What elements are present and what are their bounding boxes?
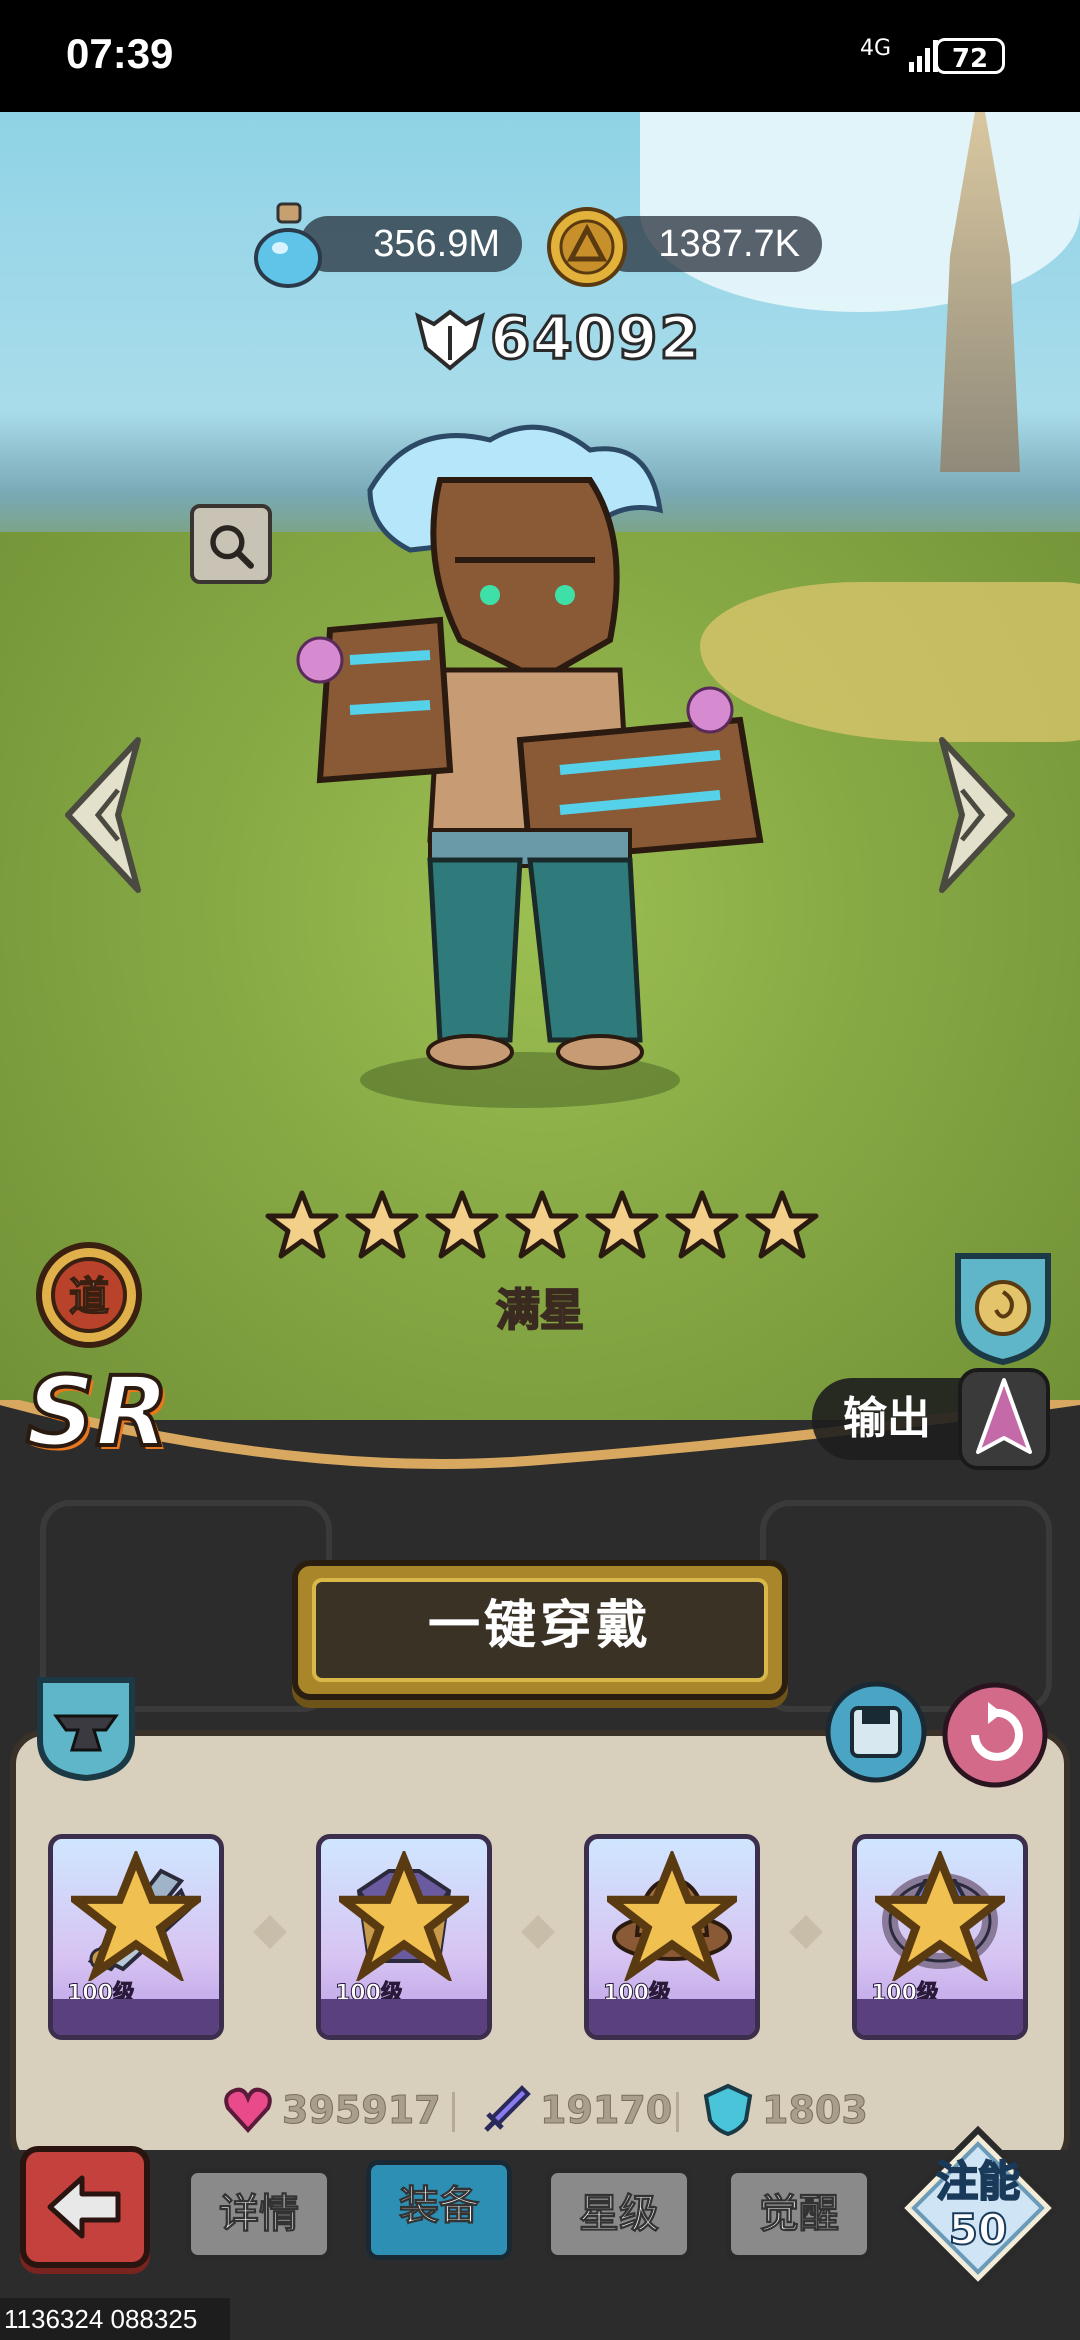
faction-badge-icon: 道 bbox=[36, 1242, 142, 1348]
stat-divider bbox=[452, 2092, 455, 2132]
equipment-slot-helmet[interactable]: 100级 bbox=[584, 1834, 760, 2040]
class-shield-icon bbox=[955, 1253, 1051, 1366]
dps-role-icon[interactable] bbox=[956, 1366, 1052, 1472]
shield-icon bbox=[703, 2083, 753, 2137]
max-star-label: 满星 bbox=[495, 1284, 585, 1337]
star-icon bbox=[585, 1190, 659, 1259]
combat-power: 64092 bbox=[489, 303, 702, 374]
star-rating bbox=[262, 1190, 822, 1260]
clock: 07:39 bbox=[66, 30, 174, 77]
battery-indicator: 72 bbox=[935, 38, 1005, 74]
item-star-bar bbox=[321, 1999, 487, 2035]
tab-equip[interactable]: 装备 bbox=[366, 2160, 512, 2260]
power-icon bbox=[415, 309, 485, 371]
attack-value: 19170 bbox=[539, 2088, 673, 2133]
one-click-equip-button[interactable]: 一键穿戴 bbox=[292, 1560, 788, 1700]
tab-details[interactable]: 详情 bbox=[186, 2168, 332, 2260]
star-icon bbox=[71, 1851, 201, 1981]
coin-icon bbox=[547, 207, 627, 287]
hero-stats: 395917 19170 1803 bbox=[220, 2078, 880, 2142]
back-button[interactable] bbox=[20, 2146, 150, 2268]
coin-counter: 1387.7K bbox=[600, 216, 822, 272]
zoom-button[interactable] bbox=[190, 504, 272, 584]
star-icon bbox=[665, 1190, 739, 1259]
empower-label: 注能 50 bbox=[894, 2157, 1062, 2255]
heart-icon bbox=[224, 2087, 272, 2133]
sword-icon bbox=[484, 2085, 531, 2132]
hp-stat: 395917 bbox=[220, 2078, 441, 2142]
hero-character[interactable] bbox=[290, 420, 790, 1120]
star-icon bbox=[505, 1190, 579, 1259]
stat-divider bbox=[676, 2092, 679, 2132]
star-icon bbox=[745, 1190, 819, 1259]
faction-badge-text: 道 bbox=[69, 1274, 109, 1320]
next-hero-arrow-icon[interactable] bbox=[922, 730, 1022, 900]
defense-value: 1803 bbox=[762, 2088, 869, 2133]
empower-title: 注能 bbox=[935, 2157, 1021, 2207]
anvil-icon[interactable] bbox=[30, 1670, 142, 1782]
equipment-slot-accessory[interactable]: 100级 bbox=[852, 1834, 1028, 2040]
empower-value: 50 bbox=[948, 2205, 1008, 2255]
rarity-badge: SR bbox=[24, 1354, 171, 1470]
star-icon bbox=[425, 1190, 499, 1259]
one-click-equip-label: 一键穿戴 bbox=[312, 1578, 768, 1682]
star-icon bbox=[345, 1190, 419, 1259]
reset-icon[interactable] bbox=[940, 1680, 1050, 1790]
defense-stat: 1803 bbox=[700, 2078, 868, 2142]
status-bar: 07:39 4G 72 bbox=[0, 0, 1080, 112]
potion-counter: 356.9M bbox=[300, 216, 522, 272]
potion-icon bbox=[254, 202, 322, 288]
tab-awaken[interactable]: 觉醒 bbox=[726, 2168, 872, 2260]
user-id: 1136324 088325 bbox=[0, 2298, 230, 2340]
tab-star[interactable]: 星级 bbox=[546, 2168, 692, 2260]
hp-value: 395917 bbox=[282, 2088, 442, 2133]
star-icon bbox=[265, 1190, 339, 1259]
previous-hero-arrow-icon[interactable] bbox=[58, 730, 158, 900]
star-icon bbox=[339, 1851, 469, 1981]
attack-stat: 19170 bbox=[478, 2078, 673, 2142]
item-star-bar bbox=[53, 1999, 219, 2035]
star-icon bbox=[607, 1851, 737, 1981]
sky-cloud bbox=[640, 112, 1080, 312]
magnifier-icon bbox=[210, 525, 254, 569]
network-label: 4G bbox=[860, 36, 892, 61]
item-star-bar bbox=[857, 1999, 1023, 2035]
star-icon bbox=[875, 1851, 1005, 1981]
equipment-slot-weapon[interactable]: 100级 bbox=[48, 1834, 224, 2040]
role-label: 输出 bbox=[812, 1378, 962, 1460]
item-star-bar bbox=[589, 1999, 755, 2035]
equipment-slot-armor[interactable]: 100级 bbox=[316, 1834, 492, 2040]
save-loadout-icon[interactable] bbox=[824, 1680, 928, 1784]
back-arrow-icon bbox=[47, 2175, 121, 2239]
